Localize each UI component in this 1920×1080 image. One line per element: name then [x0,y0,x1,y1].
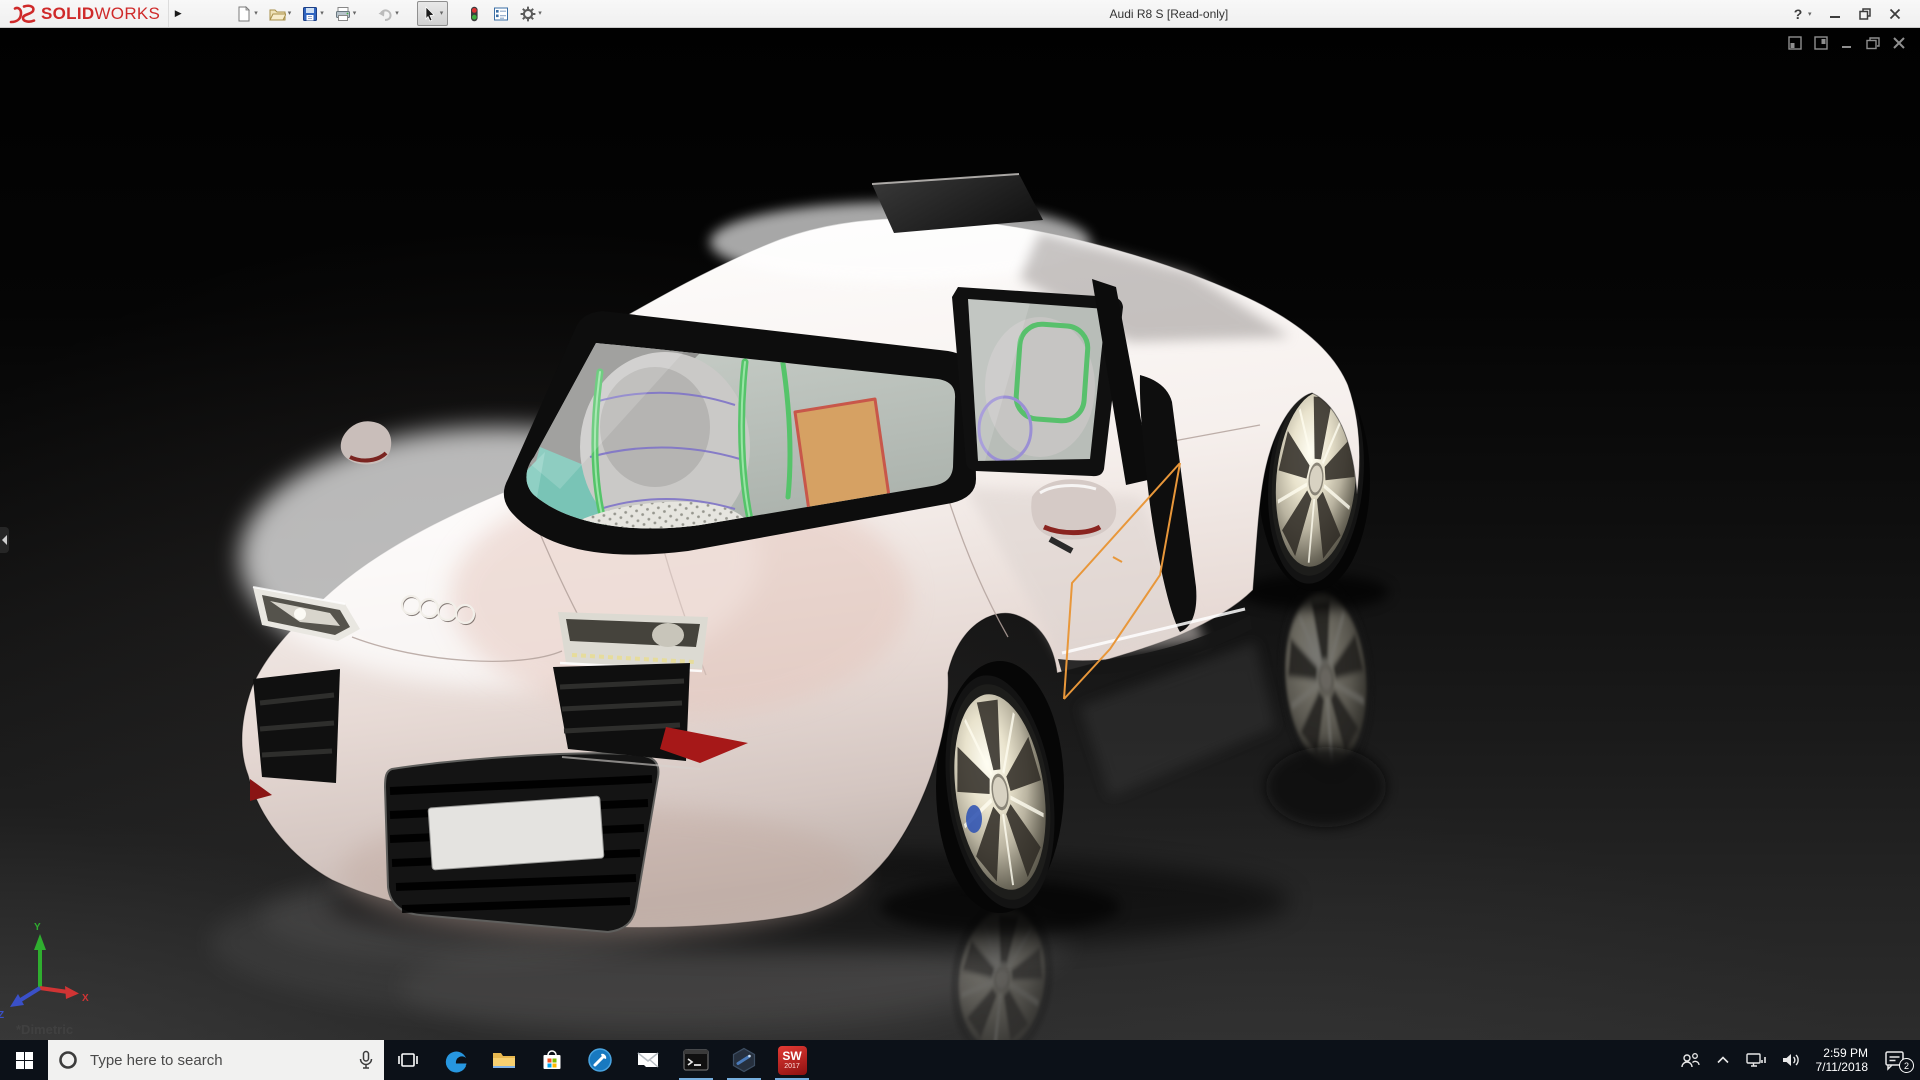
minimize-button[interactable] [1820,2,1850,26]
task-view-button[interactable] [384,1040,432,1080]
network-icon [1745,1051,1767,1069]
edge-icon [443,1047,469,1073]
taskbar-search[interactable] [48,1040,384,1080]
restore-icon [1863,34,1883,52]
car-model [240,174,1389,951]
model-canvas[interactable] [0,27,1920,1040]
open-button[interactable]: ▾ [266,2,295,25]
restore-button[interactable] [1850,2,1880,26]
brake-caliper [966,805,982,833]
undo-button[interactable]: ▾ [374,2,402,25]
triad-z-label: Z [0,1010,4,1021]
print-icon [335,6,351,22]
titlebar: SOLIDWORKS ▶ ▾ ▾ ▾ [0,0,1920,28]
view-orientation-label: *Dimetric [16,1022,73,1037]
orientation-triad: Y X Z [0,906,94,1021]
graphics-area[interactable]: Y X Z *Dimetric [0,27,1920,1040]
taskbar-app-file-explorer[interactable] [480,1040,528,1080]
properties-button[interactable] [490,2,512,25]
new-document-icon [236,6,252,22]
hidden-icons-button[interactable] [1708,1040,1738,1080]
microphone-icon[interactable] [358,1050,374,1070]
solidworks-brand: SOLIDWORKS [0,3,160,25]
print-button[interactable]: ▾ [332,2,360,25]
taskbar-app-edge[interactable] [432,1040,480,1080]
windows-taskbar: SW 2017 [0,1040,1920,1080]
door-glass-interior [960,292,1115,467]
taskbar-app-admin-tool[interactable] [576,1040,624,1080]
action-center-button[interactable]: 2 [1876,1040,1914,1080]
search-input[interactable] [88,1051,348,1070]
stoplight-icon [466,6,482,22]
window-controls: ? ▾ [1788,2,1920,26]
gear-icon [520,6,536,22]
speaker-icon [1781,1051,1801,1069]
window-pane-icon [1811,34,1831,52]
microsoft-store-icon [539,1047,565,1073]
taskbar-app-hexagon[interactable] [720,1040,768,1080]
windows-logo-icon [16,1052,33,1069]
document-title: Audi R8 S [Read-only] [550,7,1788,21]
notification-badge: 2 [1899,1058,1914,1073]
save-button[interactable]: ▾ [299,2,327,25]
menu-flyout-arrow-icon[interactable]: ▶ [168,0,187,27]
window-pane-button[interactable] [1783,33,1806,53]
wrench-circle-icon [587,1047,613,1073]
window-pane-2-button[interactable] [1809,33,1832,53]
child-restore-button[interactable] [1861,33,1884,53]
hexagon-app-icon [731,1047,757,1073]
cortana-icon [58,1050,78,1070]
volume-button[interactable] [1774,1040,1808,1080]
solidworks-logo-icon [8,3,38,25]
people-button[interactable] [1672,1040,1708,1080]
left-mirror [341,421,391,464]
right-headlight [558,612,708,671]
system-tray: 2:59 PM 7/11/2018 2 [1672,1040,1920,1080]
standard-toolbar: ▾ ▾ ▾ ▾ [233,1,550,26]
mail-icon [635,1047,661,1073]
people-icon [1679,1050,1701,1070]
close-icon [1889,34,1909,52]
command-prompt-icon [682,1047,710,1073]
tray-clock[interactable]: 2:59 PM 7/11/2018 [1808,1046,1877,1074]
minimize-icon [1837,34,1857,52]
solidworks-app-icon: SW 2017 [778,1046,807,1075]
taskbar-app-store[interactable] [528,1040,576,1080]
minimize-icon [1828,7,1842,21]
document-window-controls [1783,33,1910,53]
license-plate [428,796,604,870]
clock-date: 7/11/2018 [1816,1060,1869,1074]
chevron-left-icon [2,535,7,545]
select-button[interactable]: ▾ [417,1,449,26]
properties-list-icon [493,6,509,22]
restore-icon [1858,7,1872,21]
triad-y-label: Y [34,922,41,933]
new-document-button[interactable]: ▾ [233,2,261,25]
network-button[interactable] [1738,1040,1774,1080]
close-icon [1888,7,1902,21]
help-caret-icon[interactable]: ▾ [1808,10,1820,18]
brand-wordmark: SOLIDWORKS [41,4,160,24]
taskbar-app-mail[interactable] [624,1040,672,1080]
window-pane-icon [1785,34,1805,52]
taskbar-app-solidworks[interactable]: SW 2017 [768,1040,816,1080]
task-view-icon [397,1050,419,1070]
chevron-up-icon [1715,1052,1731,1068]
close-button[interactable] [1880,2,1910,26]
undo-icon [377,6,393,22]
feature-panel-collapsed-tab[interactable] [0,527,9,553]
child-minimize-button[interactable] [1835,33,1858,53]
options-button[interactable]: ▾ [517,2,545,25]
triad-x-label: X [82,993,89,1004]
save-floppy-icon [302,6,318,22]
help-button[interactable]: ? [1788,6,1808,22]
child-close-button[interactable] [1887,33,1910,53]
file-explorer-icon [491,1047,517,1073]
open-folder-icon [269,6,286,22]
start-button[interactable] [0,1040,48,1080]
clock-time: 2:59 PM [1816,1046,1869,1060]
select-cursor-icon [422,6,438,22]
taskbar-app-command-prompt[interactable] [672,1040,720,1080]
stoplight-button[interactable] [463,2,485,25]
